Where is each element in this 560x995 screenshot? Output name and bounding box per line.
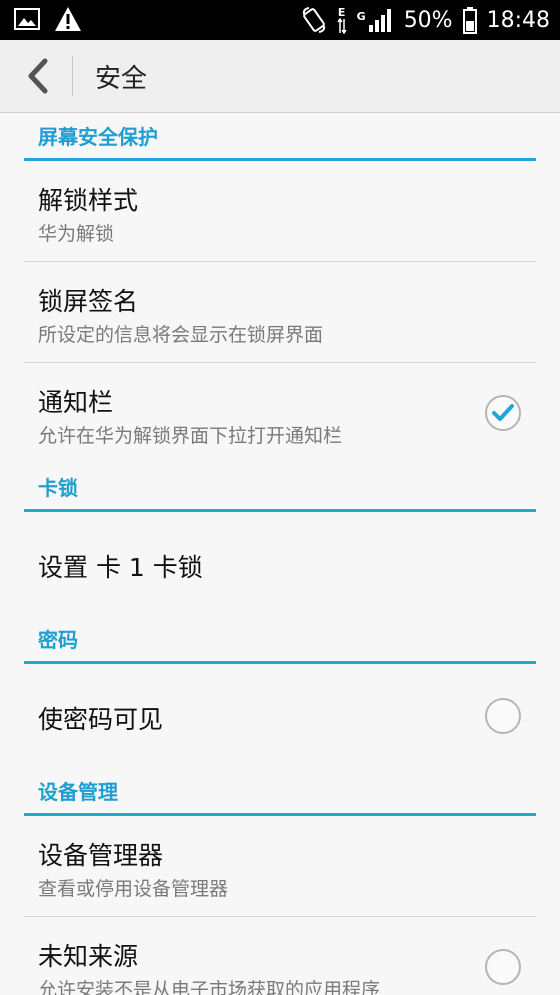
pref-unknown-sources[interactable]: 未知来源 允许安装不是从电子市场获取的应用程序 bbox=[24, 917, 536, 995]
network-tag-e: E bbox=[337, 5, 346, 19]
section-title: 屏幕安全保护 bbox=[38, 125, 158, 149]
checkbox-unchecked-icon[interactable] bbox=[484, 697, 522, 735]
pref-title: 未知来源 bbox=[38, 942, 139, 971]
section-title: 设备管理 bbox=[38, 780, 118, 804]
pref-summary: 查看或停用设备管理器 bbox=[38, 878, 229, 900]
image-icon bbox=[14, 8, 40, 30]
pref-title: 解锁样式 bbox=[38, 186, 139, 215]
settings-list[interactable]: 屏幕安全保护 解锁样式 华为解锁 锁屏签名 所设定的信息将会显示在锁屏界面 通知… bbox=[0, 113, 560, 995]
section-title: 密码 bbox=[38, 628, 78, 652]
pref-title: 锁屏签名 bbox=[38, 287, 139, 316]
page-title: 安全 bbox=[95, 64, 148, 94]
pref-lock-signature[interactable]: 锁屏签名 所设定的信息将会显示在锁屏界面 bbox=[24, 262, 536, 363]
pref-summary: 允许安装不是从电子市场获取的应用程序 bbox=[38, 979, 381, 995]
pref-summary: 允许在华为解锁界面下拉打开通知栏 bbox=[38, 425, 343, 447]
signal-icon bbox=[368, 9, 391, 32]
section-header-password: 密码 bbox=[24, 616, 536, 664]
warning-icon bbox=[55, 7, 81, 31]
rotate-icon bbox=[302, 7, 325, 33]
back-button[interactable] bbox=[18, 56, 58, 96]
section-title: 卡锁 bbox=[38, 476, 78, 500]
pref-summary: 华为解锁 bbox=[38, 223, 115, 245]
pref-device-admins[interactable]: 设备管理器 查看或停用设备管理器 bbox=[24, 816, 536, 917]
network-type-2: G bbox=[357, 7, 394, 33]
section-header-screen: 屏幕安全保护 bbox=[24, 113, 536, 161]
pref-unlock-style[interactable]: 解锁样式 华为解锁 bbox=[24, 161, 536, 262]
network-tag-g: G bbox=[356, 10, 366, 23]
pref-title: 使密码可见 bbox=[38, 705, 164, 734]
checkbox-unchecked-icon[interactable] bbox=[484, 948, 522, 986]
clock: 18:48 bbox=[486, 7, 550, 33]
network-type-1: E bbox=[337, 7, 347, 34]
pref-title: 设备管理器 bbox=[38, 841, 164, 870]
section-header-device-admin: 设备管理 bbox=[24, 768, 536, 816]
checkbox-checked-icon[interactable] bbox=[484, 394, 522, 432]
pref-show-password[interactable]: 使密码可见 bbox=[24, 664, 536, 768]
battery-icon bbox=[462, 7, 477, 34]
section-header-sim-lock: 卡锁 bbox=[24, 464, 536, 512]
status-bar: E G 50% 18:48 bbox=[0, 0, 560, 40]
pref-title: 设置 卡 1 卡锁 bbox=[38, 553, 203, 582]
pref-title: 通知栏 bbox=[38, 388, 114, 417]
pref-notification-bar[interactable]: 通知栏 允许在华为解锁界面下拉打开通知栏 bbox=[24, 363, 536, 464]
pref-set-sim-lock[interactable]: 设置 卡 1 卡锁 bbox=[24, 512, 536, 616]
chevron-left-icon bbox=[28, 58, 48, 94]
battery-percent: 50% bbox=[403, 7, 453, 33]
data-arrows-icon bbox=[337, 17, 347, 34]
action-bar: 安全 bbox=[0, 40, 560, 113]
action-bar-divider bbox=[72, 56, 73, 96]
pref-summary: 所设定的信息将会显示在锁屏界面 bbox=[38, 324, 324, 346]
